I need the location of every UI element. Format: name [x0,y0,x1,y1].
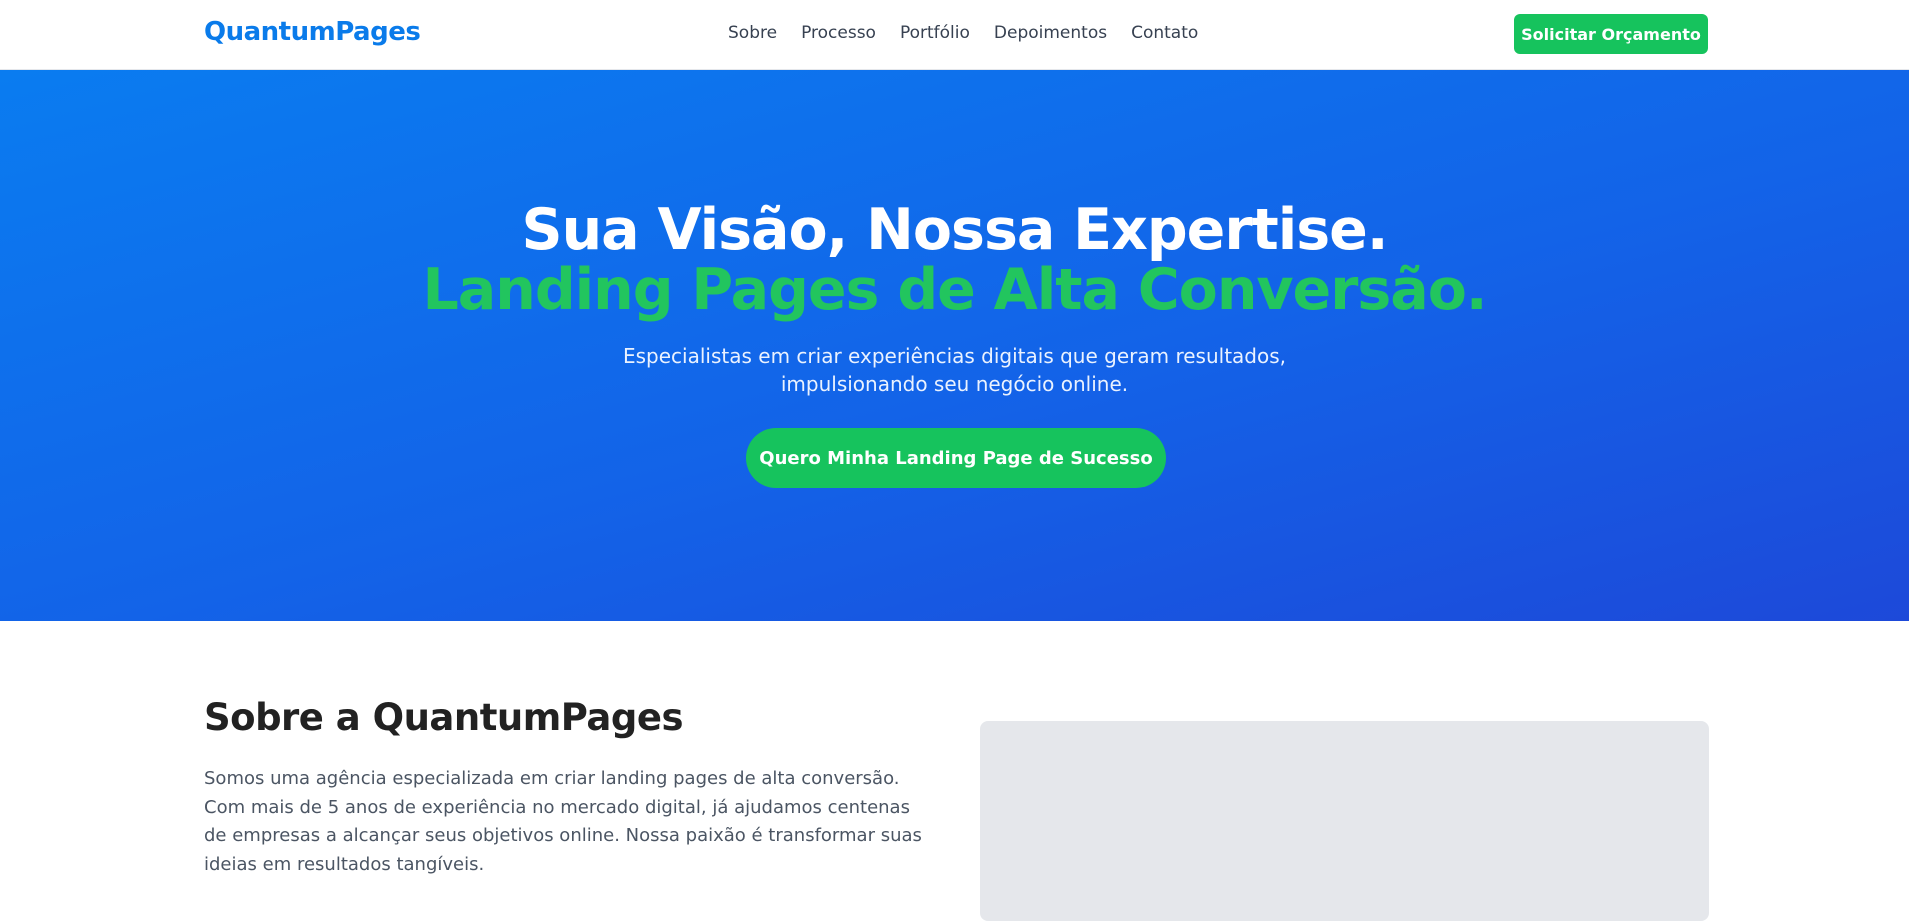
about-image-placeholder [980,721,1709,921]
nav-link-portfolio[interactable]: Portfólio [900,23,970,43]
hero-subtitle-line-1: Especialistas em criar experiências digi… [623,344,1286,368]
nav-link-depoimentos[interactable]: Depoimentos [994,23,1107,43]
hero-title-accent: Landing Pages de Alta Conversão. [422,257,1487,323]
hero-subtitle: Especialistas em criar experiências digi… [0,342,1909,398]
main-nav: Sobre Processo Portfólio Depoimentos Con… [728,23,1198,43]
brand-logo[interactable]: QuantumPages [204,17,421,47]
hero-section: Sua Visão, Nossa Expertise. Landing Page… [0,70,1909,621]
hero-cta-button[interactable]: Quero Minha Landing Page de Sucesso [746,428,1166,488]
nav-link-processo[interactable]: Processo [801,23,876,43]
about-text: Somos uma agência especializada em criar… [204,768,922,875]
about-title: Sobre a QuantumPages [204,696,684,739]
hero-title: Sua Visão, Nossa Expertise. [521,197,1389,263]
request-quote-button[interactable]: Solicitar Orçamento [1514,14,1708,54]
nav-link-sobre[interactable]: Sobre [728,23,777,43]
top-navbar: QuantumPages Sobre Processo Portfólio De… [0,0,1909,70]
nav-link-contato[interactable]: Contato [1131,23,1198,43]
hero-subtitle-line-2: impulsionando seu negócio online. [780,372,1129,396]
